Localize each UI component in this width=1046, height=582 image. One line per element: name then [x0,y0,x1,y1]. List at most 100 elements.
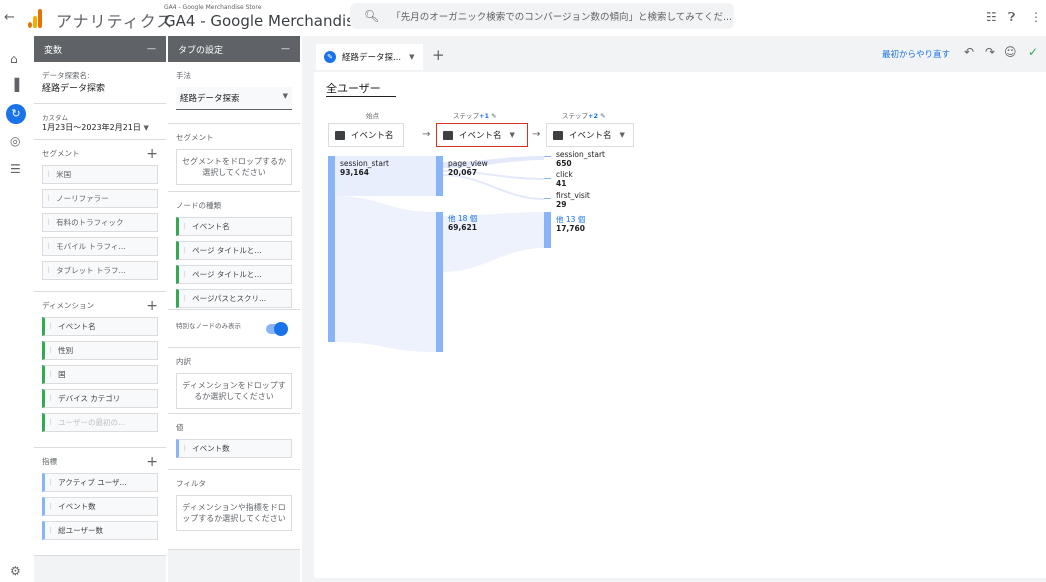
exploration-name-label: データ探索名: [42,71,90,80]
more-vert-icon[interactable]: ⋮ [1030,10,1042,24]
share-user-icon[interactable]: ☺ [1004,45,1017,59]
segment-drop-zone[interactable]: セグメントをドロップするか選択してください [176,149,292,185]
dimension-chip[interactable]: ⠇ 性別 [42,341,158,360]
segment-chip[interactable]: ⠇ 米国 [42,165,158,184]
breakdown-title: 内訳 [176,357,191,366]
segment-chip[interactable]: ⠇ ノーリファラー [42,189,158,208]
add-tab-icon[interactable]: + [432,46,445,64]
dimension-chip[interactable]: ⠇ 国 [42,365,158,384]
metric-chip[interactable]: ⠇ アクティブ ユーザ... [42,473,158,492]
node-bar-session-start[interactable] [328,156,335,342]
segment-chip[interactable]: ⠇ モバイル トラフィ... [42,237,158,256]
node-label[interactable]: 他 18 個 69,621 [448,214,477,232]
add-segment-icon[interactable]: + [146,147,158,161]
node-label[interactable]: 他 13 個 17,760 [556,215,585,233]
dimensions-section: ディメンション + ⠇ イベント名 ⠇ 性別 ⠇ 国 ⠇ デバイス カテゴリ ⠇ ユーザーの… [34,292,166,448]
configure-icon[interactable]: ☰ [10,162,21,176]
node-bar-step2-session-start[interactable] [544,156,551,157]
home-icon[interactable]: ⌂ [10,52,18,66]
add-dimension-icon[interactable]: + [146,299,158,313]
metric-chip[interactable]: ⠇ イベント数 [42,497,158,516]
tab-segment-title: セグメント [176,133,214,142]
node-bar-step1-other[interactable] [436,212,443,352]
apps-icon[interactable]: ☷ [986,10,997,24]
variables-panel: 変数 — データ探索名: 経路データ探索 カスタム 1月23日～2023年2月2… [34,36,166,582]
help-icon[interactable]: ❓︎ [1008,10,1015,25]
tab-path-exploration[interactable]: ✎ 経路データ探... ▼ [316,44,423,70]
node-label[interactable]: session_start 93,164 [340,159,389,177]
search-bar[interactable]: 🔍︎ 「先月のオーガニック検索でのコンバージョン数の傾向」と検索してみてくだ..… [350,3,734,29]
flow-start-to-other[interactable] [335,196,436,352]
settings-icon[interactable]: ⚙ [10,564,21,578]
date-range[interactable]: 1月23日～2023年2月21日 [42,123,141,132]
add-metric-icon[interactable]: + [146,455,158,469]
values-chip[interactable]: ⠇ イベント数 [176,439,292,458]
breakdown-drop-zone[interactable]: ディメンションをドロップするか選択してください [176,373,292,409]
collapse-icon[interactable]: — [281,44,290,54]
node-bar-step2-other[interactable] [544,212,551,248]
tab-segment-section: セグメント セグメントをドロップするか選択してください [168,124,300,192]
values-section: 値 ⠇ イベント数 [168,414,300,470]
dimension-chip[interactable]: ⠇ デバイス カテゴリ [42,389,158,408]
app-name: アナリティクス [56,12,174,31]
unique-nodes-toggle[interactable] [266,322,288,336]
search-icon: 🔍︎ [364,9,380,23]
chevron-down-icon[interactable]: ▼ [143,124,148,132]
filter-section: フィルタ ディメンションや指標をドロップするか選択してください [168,470,300,550]
segment-chip[interactable]: ⠇ 有料のトラフィック [42,213,158,232]
segment-chip[interactable]: ⠇ タブレット トラフ... [42,261,158,280]
filter-title: フィルタ [176,479,206,488]
segments-title: セグメント [42,149,80,158]
node-label[interactable]: page_view 20,067 [448,159,488,177]
node-bar-page-view[interactable] [436,156,443,196]
tab-label: 経路データ探... [342,53,402,63]
values-title: 値 [176,423,184,432]
variables-title: 変数 [44,45,63,56]
node-type-chip[interactable]: ⠇ ページパスとスクリ... [176,289,292,308]
tab-settings-title: タブの設定 [178,45,224,56]
collapse-icon[interactable]: — [147,44,156,54]
node-label[interactable]: click 41 [556,170,573,188]
metric-chip[interactable]: ⠇ 総ユーザー数 [42,521,158,540]
restart-button[interactable]: 最初からやり直す [882,48,950,60]
node-bar-click[interactable] [544,178,551,179]
unique-nodes-section: 特別なノードのみ表示 [168,310,300,348]
tab-settings-header: タブの設定 — [168,36,300,62]
technique-section: 手法 経路データ探索 ▼ [168,62,300,124]
node-type-chip[interactable]: ⠇ イベント名 [176,217,292,236]
property-account[interactable]: GA4 - Google Merchandise Store [164,4,261,11]
path-canvas: 全ユーザー 始点 ステップ+1 ✎ ステップ+2 ✎ イベント名 → イベント名… [314,72,1046,578]
back-arrow-icon[interactable]: ← [4,10,15,25]
analytics-logo[interactable] [28,8,44,28]
dimension-chip[interactable]: ⠇ イベント名 [42,317,158,336]
explore-icon[interactable]: ↻ [6,104,26,124]
advertising-icon[interactable]: ◎ [10,134,20,148]
left-nav-rail: ⌂ ▐ ↻ ◎ ☰ ⚙ [0,36,34,582]
reports-icon[interactable]: ▐ [10,78,19,92]
dimension-chip[interactable]: ⠇ ユーザーの最初の... [42,413,158,432]
node-label[interactable]: session_start 650 [556,150,605,168]
chevron-down-icon: ▼ [282,92,288,100]
tab-settings-panel: タブの設定 — 手法 経路データ探索 ▼ セグメント セグメントをドロップするか選… [168,36,300,582]
dimensions-title: ディメンション [42,301,94,310]
search-placeholder: 「先月のオーガニック検索でのコンバージョン数の傾向」と検索してみてくだ... [391,12,733,23]
unique-nodes-label: 特別なノードのみ表示 [176,322,241,330]
path-flows [335,156,544,352]
node-type-chip[interactable]: ⠇ ページ タイトルと... [176,265,292,284]
node-type-chip[interactable]: ⠇ ページ タイトルと... [176,241,292,260]
metrics-title: 指標 [42,457,57,466]
exploration-name[interactable]: 経路データ探索 [42,81,158,94]
redo-icon[interactable]: ↷ [985,45,995,59]
breakdown-section: 内訳 ディメンションをドロップするか選択してください [168,348,300,414]
technique-select[interactable]: 経路データ探索 ▼ [176,87,292,110]
exploration-name-section[interactable]: データ探索名: 経路データ探索 [34,62,166,104]
chevron-down-icon[interactable]: ▼ [409,53,414,61]
metrics-section: 指標 + ⠇ アクティブ ユーザ... ⠇ イベント数 ⠇ 総ユーザー数 [34,448,166,556]
undo-icon[interactable]: ↶ [964,45,974,59]
saved-check-icon: ✓ [1028,45,1039,59]
node-label[interactable]: first_visit 29 [556,191,590,209]
filter-drop-zone[interactable]: ディメンションや指標をドロップするか選択してください [176,495,292,531]
date-range-section[interactable]: カスタム 1月23日～2023年2月21日 ▼ [34,104,166,140]
node-bar-first-visit[interactable] [544,198,551,199]
node-type-section: ノードの種類 ⠇ イベント名 ⠇ ページ タイトルと... ⠇ ページ タイトルと..… [168,192,300,310]
